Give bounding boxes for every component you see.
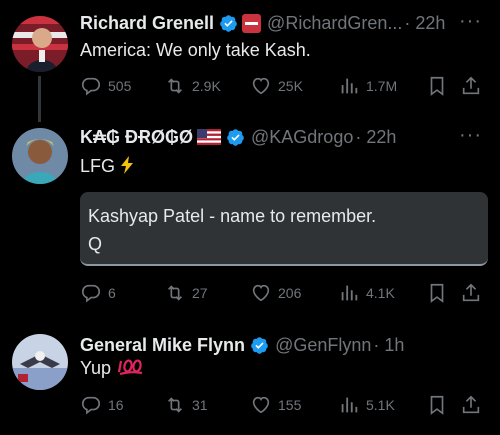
reply-button[interactable]: 16 bbox=[80, 394, 124, 416]
views-button[interactable]: 1.7M bbox=[338, 75, 397, 97]
retweet-icon bbox=[167, 285, 183, 301]
bookmark-button[interactable] bbox=[426, 394, 448, 416]
like-count: 25K bbox=[278, 78, 303, 94]
author-name[interactable]: General Mike Flynn bbox=[80, 335, 245, 356]
views-icon bbox=[341, 78, 358, 94]
tweet-text-content: LFG bbox=[80, 156, 116, 176]
reply-button[interactable]: 505 bbox=[80, 75, 131, 97]
view-count: 1.7M bbox=[366, 78, 398, 94]
bookmark-icon bbox=[430, 395, 444, 415]
heart-icon bbox=[252, 77, 270, 95]
quote-line: Q bbox=[88, 234, 103, 254]
like-button[interactable]: 155 bbox=[250, 394, 301, 416]
share-button[interactable] bbox=[460, 282, 482, 304]
tweet-text-content: Yup bbox=[80, 358, 112, 378]
heart-icon bbox=[252, 396, 270, 414]
retweet-count: 2.9K bbox=[192, 78, 221, 94]
author-name[interactable]: K₳₲ ĐɌØ₲Ø bbox=[80, 127, 193, 148]
like-count: 206 bbox=[278, 285, 302, 301]
reply-count: 505 bbox=[108, 78, 132, 94]
like-count: 155 bbox=[278, 397, 302, 413]
avatar[interactable] bbox=[12, 16, 68, 72]
author-handle[interactable]: @GenFlynn bbox=[275, 335, 371, 356]
retweet-button[interactable]: 31 bbox=[164, 394, 208, 416]
avatar[interactable] bbox=[12, 128, 68, 184]
verified-badge-icon bbox=[227, 128, 244, 146]
reply-count: 16 bbox=[108, 397, 124, 413]
like-button[interactable]: 206 bbox=[250, 282, 301, 304]
views-icon bbox=[341, 285, 358, 301]
reply-count: 6 bbox=[108, 285, 116, 301]
timestamp[interactable]: · 1h bbox=[373, 335, 404, 356]
author-handle[interactable]: @KAGdrogo bbox=[251, 127, 353, 148]
tweet[interactable]: Richard Grenell @RichardGren... · 22h ··… bbox=[0, 0, 500, 110]
quote-line: Kashyap Patel - name to remember. bbox=[88, 206, 377, 226]
avatar[interactable] bbox=[12, 334, 68, 390]
author-name[interactable]: Richard Grenell bbox=[80, 13, 214, 34]
action-bar: 505 2.9K 25K 1.7M bbox=[80, 73, 488, 99]
tweet-header: Richard Grenell @RichardGren... · 22h ··… bbox=[80, 10, 488, 36]
us-flag-icon bbox=[197, 129, 222, 145]
retweet-icon bbox=[167, 397, 183, 413]
affiliate-badge-icon bbox=[242, 13, 262, 33]
heart-icon bbox=[252, 284, 270, 302]
share-button[interactable] bbox=[460, 394, 482, 416]
share-icon bbox=[462, 395, 480, 414]
bookmark-button[interactable] bbox=[426, 75, 448, 97]
lightning-icon bbox=[121, 156, 134, 174]
more-icon[interactable]: ··· bbox=[459, 124, 482, 147]
tweet-text: America: We only take Kash. bbox=[80, 40, 311, 60]
action-bar: 6 27 206 4.1K bbox=[80, 280, 488, 306]
view-count: 4.1K bbox=[366, 285, 395, 301]
views-icon bbox=[341, 397, 358, 413]
bookmark-icon bbox=[430, 283, 444, 303]
retweet-button[interactable]: 2.9K bbox=[164, 75, 221, 97]
author-handle[interactable]: @RichardGren... bbox=[267, 13, 402, 34]
share-icon bbox=[462, 283, 480, 302]
hundred-points-icon bbox=[117, 359, 143, 376]
verified-badge-icon bbox=[251, 336, 268, 354]
tweet-text: LFG bbox=[80, 156, 134, 177]
views-button[interactable]: 5.1K bbox=[338, 394, 395, 416]
tweet[interactable]: K₳₲ ĐɌØ₲Ø @KAGdrogo · 22h ··· LFG Kashya… bbox=[0, 118, 500, 318]
retweet-button[interactable]: 27 bbox=[164, 282, 208, 304]
retweet-count: 27 bbox=[192, 285, 208, 301]
share-icon bbox=[462, 76, 480, 95]
timestamp[interactable]: · 22h bbox=[404, 13, 445, 34]
reply-icon bbox=[81, 77, 101, 96]
tweet[interactable]: General Mike Flynn @GenFlynn · 1h Yup 16… bbox=[0, 322, 500, 435]
reply-button[interactable]: 6 bbox=[80, 282, 116, 304]
tweet-header: General Mike Flynn @GenFlynn · 1h bbox=[80, 332, 488, 358]
retweet-count: 31 bbox=[192, 397, 208, 413]
views-button[interactable]: 4.1K bbox=[338, 282, 395, 304]
more-icon[interactable]: ··· bbox=[459, 10, 482, 33]
tweet-header: K₳₲ ĐɌØ₲Ø @KAGdrogo · 22h ··· bbox=[80, 124, 488, 150]
quoted-text-box[interactable]: Kashyap Patel - name to remember. Q bbox=[80, 192, 488, 266]
like-button[interactable]: 25K bbox=[250, 75, 303, 97]
bookmark-icon bbox=[430, 76, 444, 96]
reply-icon bbox=[81, 284, 101, 303]
share-button[interactable] bbox=[460, 75, 482, 97]
tweet-text: Yup bbox=[80, 358, 144, 379]
reply-icon bbox=[81, 396, 101, 415]
timestamp[interactable]: · 22h bbox=[355, 127, 396, 148]
bookmark-button[interactable] bbox=[426, 282, 448, 304]
view-count: 5.1K bbox=[366, 397, 395, 413]
retweet-icon bbox=[167, 78, 183, 94]
verified-badge-icon bbox=[220, 14, 237, 32]
action-bar: 16 31 155 5.1K bbox=[80, 392, 488, 418]
